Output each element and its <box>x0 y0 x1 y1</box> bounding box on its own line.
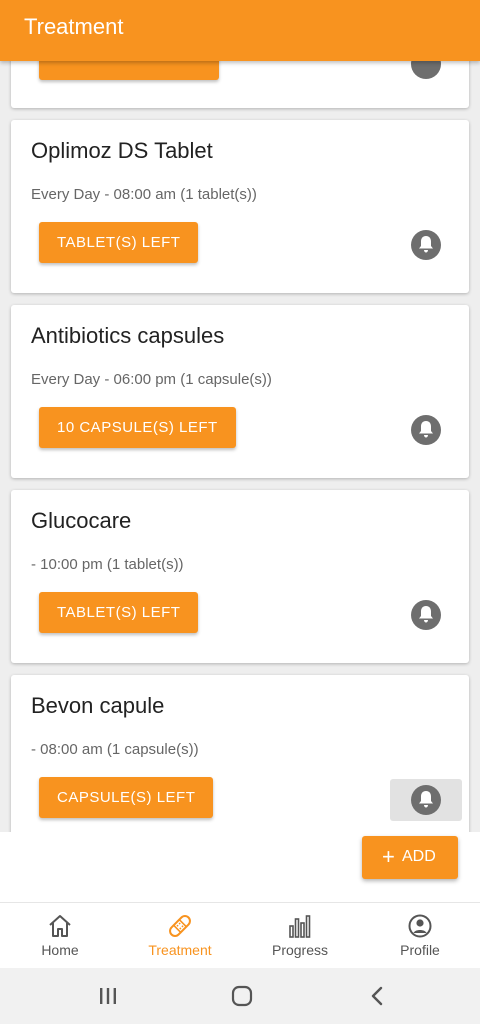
bell-icon <box>411 61 441 79</box>
medication-schedule: - 08:00 am (1 capsule(s)) <box>31 741 199 758</box>
nav-profile[interactable]: Profile <box>360 903 480 969</box>
medication-name: Bevon capule <box>31 693 165 718</box>
home-circle-icon[interactable] <box>228 984 256 1008</box>
nav-label: Progress <box>271 942 329 958</box>
bottom-navigation: Home Treatment Progress Profile <box>0 902 480 968</box>
bell-icon <box>411 785 441 815</box>
medication-name: Glucocare <box>31 508 132 533</box>
bandage-icon <box>169 915 191 937</box>
reminder-button[interactable] <box>390 594 462 636</box>
reminder-button[interactable] <box>390 409 462 451</box>
plus-icon: + <box>382 844 395 869</box>
medication-card[interactable]: Glucocare - 10:00 pm (1 tablet(s)) TABLE… <box>11 490 469 663</box>
recent-apps-icon[interactable] <box>94 984 122 1008</box>
user-circle-icon <box>408 914 432 938</box>
reminder-button-partial[interactable] <box>390 61 462 91</box>
reminder-button[interactable] <box>390 224 462 266</box>
medication-card[interactable]: Oplimoz DS Tablet Every Day - 08:00 am (… <box>11 120 469 293</box>
medication-name: Antibiotics capsules <box>31 323 225 348</box>
nav-label: Home <box>41 942 79 958</box>
nav-progress[interactable]: Progress <box>240 903 360 969</box>
home-icon <box>49 915 71 937</box>
bell-icon <box>411 600 441 630</box>
medication-card[interactable]: Bevon capule - 08:00 am (1 capsule(s)) C… <box>11 675 469 832</box>
nav-label: Profile <box>400 942 440 958</box>
medication-schedule: Every Day - 08:00 am (1 tablet(s)) <box>31 186 257 203</box>
bell-icon <box>411 230 441 260</box>
nav-label: Treatment <box>148 942 212 958</box>
back-icon[interactable] <box>363 984 391 1008</box>
stock-button[interactable]: CAPSULE(S) LEFT <box>39 777 214 818</box>
medication-schedule: Every Day - 06:00 pm (1 capsule(s)) <box>31 371 272 388</box>
nav-treatment[interactable]: Treatment <box>120 903 240 969</box>
stock-button[interactable]: TABLET(S) LEFT <box>39 222 199 263</box>
medication-list[interactable]: Oplimoz DS Tablet Every Day - 08:00 am (… <box>0 61 480 832</box>
medication-card-partial[interactable] <box>11 61 469 108</box>
bar-chart-icon <box>289 915 311 938</box>
bell-icon <box>411 415 441 445</box>
add-medication-button[interactable]: + ADD <box>362 836 458 879</box>
app-bar: Treatment <box>0 0 480 61</box>
medication-name: Oplimoz DS Tablet <box>31 138 213 163</box>
stock-button-partial[interactable] <box>39 61 219 80</box>
add-label: ADD <box>402 848 436 865</box>
nav-home[interactable]: Home <box>0 903 120 969</box>
medication-card[interactable]: Antibiotics capsules Every Day - 06:00 p… <box>11 305 469 478</box>
system-navigation-bar <box>0 968 480 1024</box>
medication-schedule: - 10:00 pm (1 tablet(s)) <box>31 556 184 573</box>
stock-button[interactable]: 10 CAPSULE(S) LEFT <box>39 407 236 448</box>
stock-button[interactable]: TABLET(S) LEFT <box>39 592 199 633</box>
page-title: Treatment <box>24 14 124 39</box>
reminder-button[interactable] <box>390 779 462 821</box>
